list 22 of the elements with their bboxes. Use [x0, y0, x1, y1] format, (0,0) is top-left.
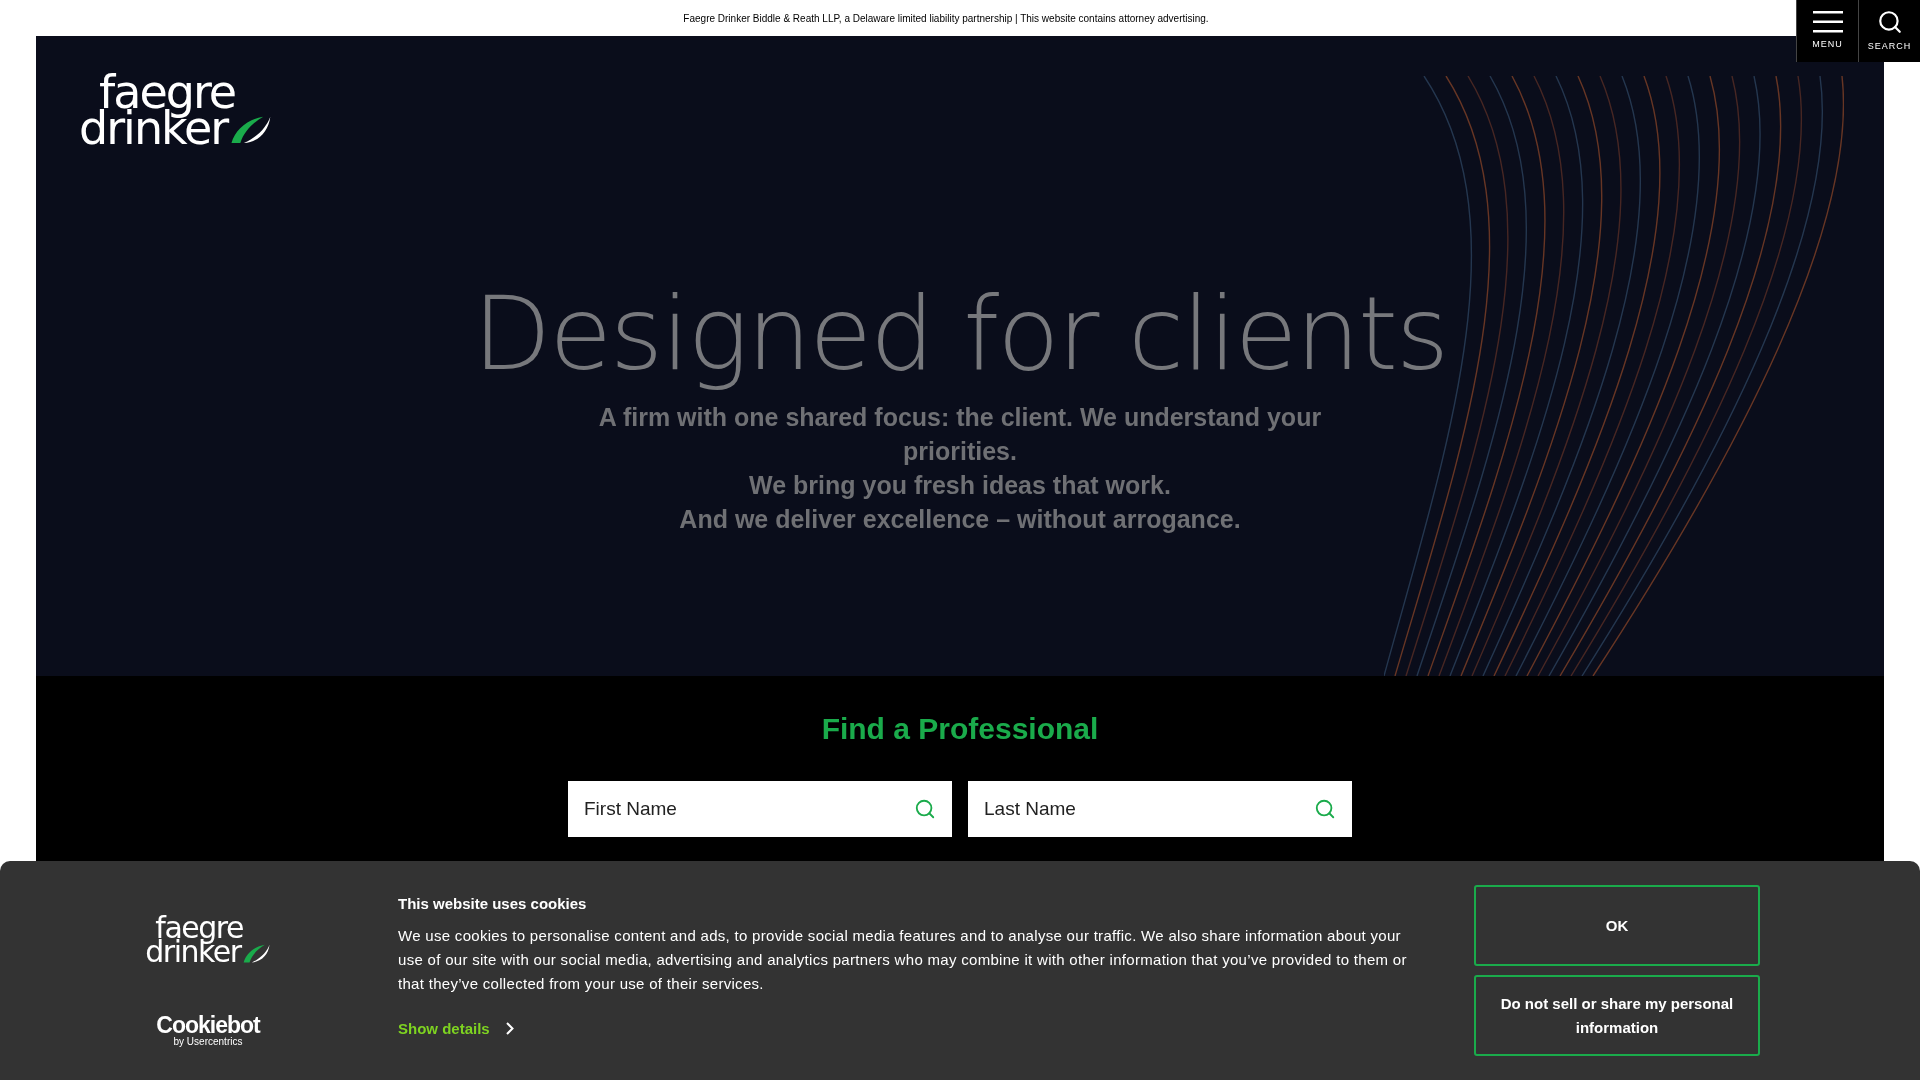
chevron-right-icon [505, 1022, 514, 1036]
cookie-title: This website uses cookies [398, 894, 588, 914]
name-search-field[interactable]: First Name [568, 781, 952, 837]
show-details-link[interactable]: Show details [398, 1017, 514, 1040]
cookiebot-tagline: by Usercentrics [173, 1036, 243, 1048]
search-button[interactable]: SEARCH [1858, 0, 1920, 62]
search-icon [1876, 8, 1903, 35]
cookie-text: We use cookies to personalise content and ads, to provide social media features and to analyse our traffic. We also share information about your use of our site with our social media, advertising and analytics partners who may combine it with other information that you’ve provided to them or that they’ve collected from your use of their services. [398, 925, 1408, 994]
do-not-sell-button[interactable]: Do not sell or share my personal information [1474, 975, 1760, 1056]
name-search-field[interactable]: Last Name [968, 781, 1352, 837]
hero-subtitle: And we deliver excellence – without arrogance. [679, 504, 1241, 535]
section-title: Find a Professional [821, 711, 1099, 747]
search-icon [914, 798, 936, 820]
menu-button[interactable]: MENU [1796, 0, 1858, 62]
search-icon [1314, 798, 1336, 820]
hero-subtitle: A firm with one shared focus: the client. We understand your priorities. [597, 402, 1323, 467]
hero-subtitle: We bring you fresh ideas that work. [749, 470, 1171, 501]
cookiebot-logo-text: Cookiebot [156, 1014, 260, 1036]
menu-icon [1812, 10, 1843, 33]
disclaimer-text: Faegre Drinker Biddle & Reath LLP, a Delaware limited liability partnership | This website contains attorney advertising. [683, 11, 1209, 26]
hero-title: Designed for clients [472, 274, 1448, 394]
ok-button[interactable]: OK [1474, 885, 1760, 966]
